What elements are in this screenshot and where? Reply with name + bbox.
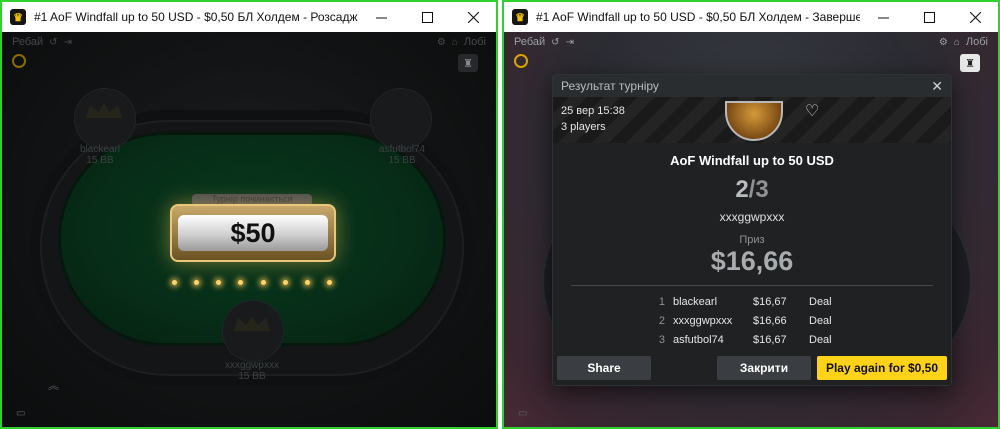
coins-icon[interactable] — [514, 54, 528, 68]
heart-icon: ♡ — [805, 103, 820, 120]
dialog-header: Результат турніру ✕ — [553, 75, 951, 97]
result-player: blackearl — [673, 295, 718, 308]
lobby-link[interactable]: Лобі — [966, 36, 988, 48]
chevron-up-icon[interactable]: ︽ — [48, 377, 59, 393]
lobby-icon[interactable]: ⌂ — [954, 37, 960, 48]
tournament-result-dialog: Результат турніру ✕ 25 вер 15:38 3 playe… — [552, 74, 952, 386]
dialog-actions: Share Закрити Play again for $0,50 — [557, 355, 947, 381]
tournament-date: 25 вер 15:38 — [561, 105, 625, 117]
result-position: 1 — [658, 295, 665, 308]
result-note: Deal — [809, 333, 832, 346]
finish-place: 2/3 — [553, 176, 951, 204]
close-icon[interactable]: ✕ — [931, 79, 943, 93]
table-toolbar: Ребай ↺ ⇥ ⚙ ⌂ Лобі — [514, 34, 988, 50]
close-dialog-button[interactable]: Закрити — [717, 356, 811, 380]
place-total: /3 — [748, 176, 769, 203]
app-logo-icon: ♛ — [10, 9, 26, 25]
close-button[interactable] — [450, 2, 496, 32]
title-bar[interactable]: ♛ #1 AoF Windfall up to 50 USD - $0,50 Б… — [504, 2, 998, 32]
result-row: 1 blackearl $16,67 Deal — [653, 292, 853, 311]
tournament-name: AoF Windfall up to 50 USD — [670, 153, 834, 168]
exit-icon[interactable]: ⇥ — [566, 37, 574, 48]
tournament-meta: 25 вер 15:38 3 players — [561, 103, 625, 135]
seat-chair-icon[interactable]: ♜ — [960, 54, 980, 72]
result-position: 2 — [658, 314, 665, 327]
table-window-finished[interactable]: ♛ #1 AoF Windfall up to 50 USD - $0,50 Б… — [502, 0, 1000, 429]
result-amount: $16,67 — [753, 295, 787, 308]
maximize-button[interactable] — [404, 2, 450, 32]
result-note: Deal — [809, 314, 832, 327]
window-title: #1 AoF Windfall up to 50 USD - $0,50 БЛ … — [536, 10, 860, 24]
trophy-icon — [725, 101, 783, 141]
close-button[interactable] — [952, 2, 998, 32]
window-title: #1 AoF Windfall up to 50 USD - $0,50 БЛ … — [34, 10, 358, 24]
dialog-title: Результат турніру — [561, 79, 659, 93]
table-window-seating[interactable]: ♛ #1 AoF Windfall up to 50 USD - $0,50 Б… — [0, 0, 498, 429]
settings-icon[interactable]: ⚙ — [939, 37, 948, 48]
banner-lights — [172, 280, 332, 286]
rebuy-button[interactable]: Ребай — [514, 36, 545, 48]
dialog-hero: 25 вер 15:38 3 players ♡ — [553, 97, 951, 143]
prize-banner: $50 — [170, 204, 336, 262]
share-button[interactable]: Share — [557, 356, 651, 380]
username: xxxggwpxxx — [719, 210, 785, 224]
maximize-button[interactable] — [906, 2, 952, 32]
players-count: 3 players — [561, 121, 606, 133]
divider — [571, 285, 933, 286]
play-again-button[interactable]: Play again for $0,50 — [817, 356, 947, 380]
table-area: Ребай ↺ ⇥ ⚙ ⌂ Лобі ♜ blackearl 15 BB asf… — [2, 32, 496, 427]
result-player: asfutbol74 — [673, 333, 724, 346]
result-row: 2 xxxggwpxxx $16,66 Deal — [653, 311, 853, 330]
prize-value: $16,66 — [710, 246, 794, 276]
undo-icon[interactable]: ↺ — [551, 37, 559, 48]
result-position: 3 — [658, 333, 665, 346]
minimize-button[interactable] — [860, 2, 906, 32]
title-bar[interactable]: ♛ #1 AoF Windfall up to 50 USD - $0,50 Б… — [2, 2, 496, 32]
prize-amount: $50 — [178, 215, 328, 251]
chat-icon[interactable]: ▭ — [518, 408, 527, 419]
prize-label: Приз — [739, 234, 765, 246]
result-amount: $16,67 — [753, 333, 787, 346]
results-list: 1 blackearl $16,67 Deal 2 xxxggwpxxx $16… — [653, 292, 853, 349]
minimize-button[interactable] — [358, 2, 404, 32]
result-row: 3 asfutbol74 $16,67 Deal — [653, 330, 853, 349]
app-logo-icon: ♛ — [512, 9, 528, 25]
table-area: Ребай ↺ ⇥ ⚙ ⌂ Лобі ♜ Результат турніру ✕… — [504, 32, 998, 427]
result-amount: $16,66 — [753, 314, 787, 327]
place-number: 2 — [735, 176, 749, 203]
chat-icon[interactable]: ▭ — [16, 408, 25, 419]
result-player: xxxggwpxxx — [673, 314, 733, 327]
result-note: Deal — [809, 295, 832, 308]
